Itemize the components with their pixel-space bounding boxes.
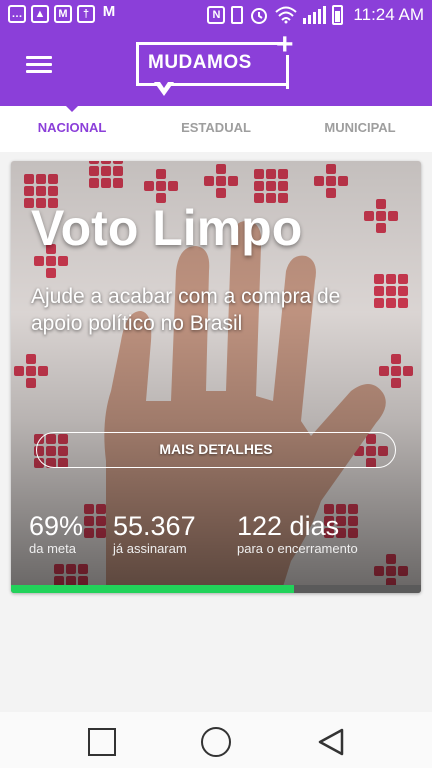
- progress-bar: [11, 585, 421, 593]
- app-bar: MUDAMOS +: [0, 30, 432, 106]
- calendar-icon: †: [77, 5, 95, 23]
- tab-municipal[interactable]: MUNICIPAL: [288, 106, 432, 152]
- scope-tabs: NACIONAL ESTADUAL MUNICIPAL: [0, 105, 432, 152]
- recents-button[interactable]: [88, 728, 116, 756]
- mudamos-logo: MUDAMOS +: [136, 30, 296, 102]
- vibrate-icon: [231, 6, 244, 24]
- signal-icon: [303, 6, 327, 24]
- wifi-icon: [275, 6, 298, 24]
- stat-goal-label: da meta: [29, 541, 76, 556]
- stat-days-value: 122 dias: [237, 511, 340, 541]
- clock: 11:24 AM: [353, 5, 424, 24]
- logo-speech-tail: [154, 79, 174, 96]
- campaign-subtitle: Ajude a acabar com a compra de apoio pol…: [31, 285, 341, 335]
- menu-icon[interactable]: [26, 56, 52, 76]
- alarm-icon: [251, 8, 268, 24]
- system-nav-bar: [0, 712, 432, 768]
- campaign-card[interactable]: Voto Limpo Ajude a acabar com a compra d…: [11, 161, 421, 593]
- stat-signatures-value: 55.367: [113, 511, 196, 541]
- status-bar: … ▲ M † M N 11:24 AM: [0, 0, 432, 30]
- more-details-button[interactable]: MAIS DETALHES: [36, 432, 396, 468]
- notification-icons: … ▲ M † M: [8, 3, 118, 23]
- stat-days: 122 dias para o encerramento: [237, 511, 358, 557]
- tab-nacional[interactable]: NACIONAL: [0, 105, 144, 152]
- gmail-icon: M: [54, 5, 72, 23]
- back-button[interactable]: [316, 727, 346, 757]
- progress-fill: [11, 585, 294, 593]
- tab-estadual[interactable]: ESTADUAL: [144, 106, 288, 152]
- stat-signatures: 55.367 já assinaram: [113, 511, 196, 557]
- stat-goal-value: 69%: [29, 511, 84, 541]
- stat-goal: 69% da meta: [29, 511, 83, 557]
- image-icon: ▲: [31, 5, 49, 23]
- battery-icon: [332, 5, 344, 25]
- stat-days-label: para o encerramento: [237, 541, 358, 556]
- campaign-title: Voto Limpo: [31, 200, 303, 256]
- mail-icon: M: [102, 3, 116, 20]
- stat-signatures-label: já assinaram: [113, 541, 187, 556]
- nfc-icon: N: [207, 6, 226, 24]
- system-icons: N 11:24 AM: [207, 5, 424, 25]
- logo-plus: +: [276, 28, 294, 61]
- home-button[interactable]: [201, 727, 231, 757]
- chat-icon: …: [8, 5, 26, 23]
- logo-text: MUDAMOS: [148, 52, 252, 73]
